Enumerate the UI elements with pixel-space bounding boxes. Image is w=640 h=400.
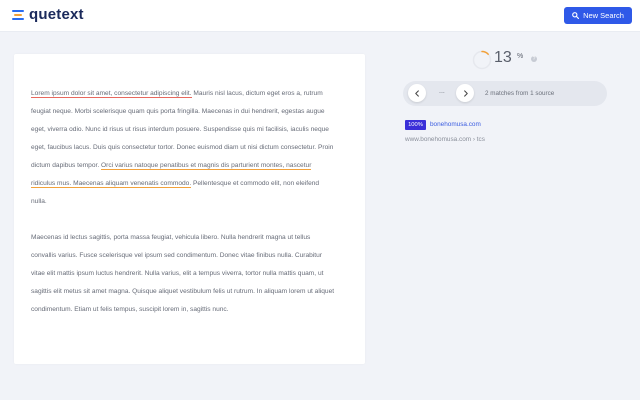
paragraph-1-text: Mauris nisl lacus, dictum eget eros a, r…: [31, 90, 334, 169]
source-domain-link[interactable]: bonehomusa.com: [430, 121, 481, 128]
paragraph-2: Maecenas id lectus sagittis, porta massa…: [31, 234, 335, 313]
match-position: ...: [439, 88, 445, 95]
info-icon[interactable]: ?: [531, 56, 537, 62]
score-ring-icon: [472, 50, 492, 70]
top-header: quetext New Search: [0, 0, 640, 32]
new-search-button[interactable]: New Search: [564, 7, 632, 24]
new-search-label: New Search: [583, 11, 624, 20]
chevron-right-icon: [463, 89, 468, 97]
logo-text: quetext: [29, 6, 84, 23]
score-unit: %: [517, 53, 524, 60]
document-text[interactable]: Lorem ipsum dolor sit amet, consectetur …: [31, 85, 335, 337]
source-url-path: www.bonehomusa.com › tcs: [405, 136, 485, 143]
score-value: 13: [494, 49, 512, 66]
match-highlight-1[interactable]: Lorem ipsum dolor sit amet, consectetur …: [31, 90, 192, 98]
previous-match-button[interactable]: [408, 84, 426, 102]
quetext-logo[interactable]: quetext: [12, 6, 84, 23]
logo-icon: [12, 9, 25, 21]
source-match-badge: 100%: [405, 120, 426, 130]
paragraph-1: Lorem ipsum dolor sit amet, consectetur …: [31, 85, 335, 211]
match-navigator: ... 2 matches from 1 source: [403, 81, 607, 106]
match-summary: 2 matches from 1 source: [485, 90, 555, 97]
search-icon: [572, 12, 580, 19]
chevron-left-icon: [414, 89, 419, 97]
next-match-button[interactable]: [456, 84, 474, 102]
